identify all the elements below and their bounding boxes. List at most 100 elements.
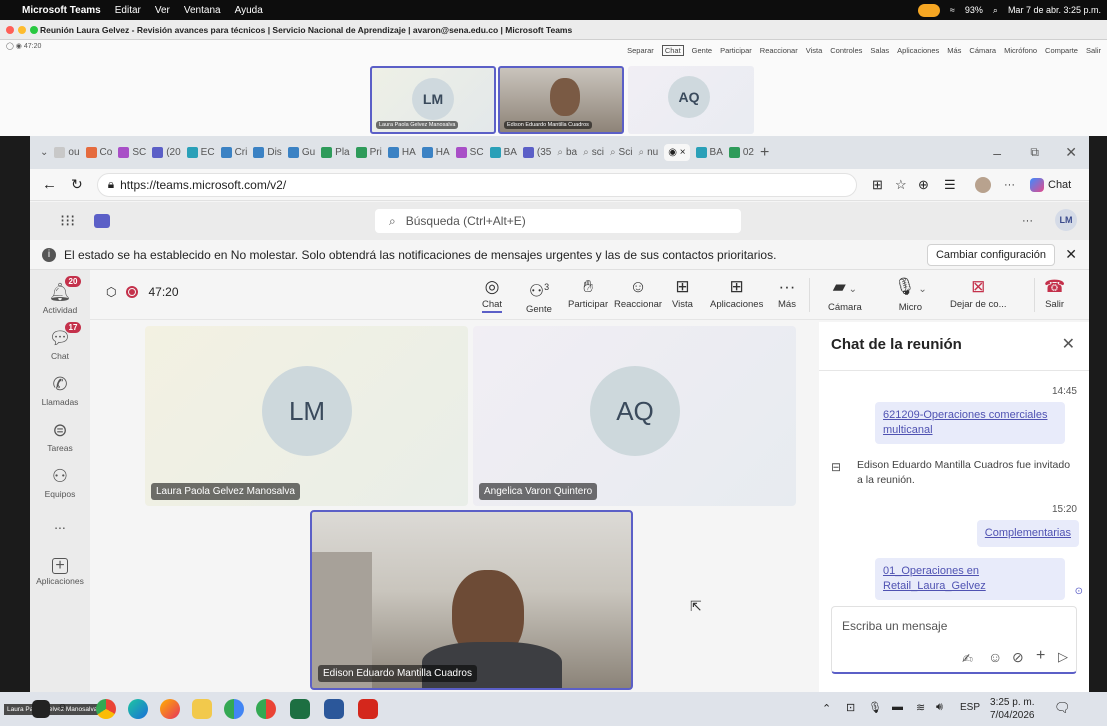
separar-button[interactable]: Separar [627,46,654,55]
vista-button[interactable]: Vista [806,46,823,55]
word-icon[interactable] [324,699,344,719]
aplicaciones-button[interactable]: Aplicaciones [897,46,939,55]
tab[interactable]: Dis [253,147,282,158]
favorite-star-icon[interactable]: ☆ [895,177,907,193]
tab[interactable]: HA [421,147,450,158]
tray-network-icon[interactable]: ≋ [916,701,925,714]
leave-control[interactable]: ☎︎ Salir [1044,278,1065,311]
microfono-button[interactable]: Micrófono [1004,46,1037,55]
loop-icon[interactable]: ⊘ [1012,649,1024,666]
comparte-button[interactable]: Comparte [1045,46,1078,55]
send-icon[interactable]: ▷ [1058,649,1068,665]
reaccionar-button[interactable]: Reaccionar [760,46,798,55]
tab[interactable]: ⌕ nu [638,147,658,158]
salir-button[interactable]: Salir [1086,46,1101,55]
extensions-icon[interactable]: ⊕ [918,177,929,193]
tab[interactable]: HA [387,147,416,158]
participant-tile-aq[interactable]: AQ Angelica Varon Quintero [473,326,796,506]
stop-sharing-control[interactable]: ⊠ Dejar de co... [950,278,1007,311]
rail-item-chat[interactable]: 💬︎ 17 Chat [30,322,90,361]
tab[interactable]: BA [695,147,723,158]
participar-button[interactable]: Participar [720,46,752,55]
profile-icon[interactable] [975,176,991,193]
wifi-icon[interactable]: ≈ [950,5,955,15]
emoji-icon[interactable]: ☺ [988,649,1002,665]
search-icon[interactable]: ⌕ [58,698,67,716]
raise-hand-control[interactable]: ✋︎ Participar [568,278,608,311]
restore-icon[interactable]: ⧉ [1030,145,1039,160]
more-icon[interactable]: ··· [1004,179,1015,191]
tray-chevron-icon[interactable]: ⌃ [822,702,831,715]
menu-ventana[interactable]: Ventana [184,5,221,16]
gente-button[interactable]: Gente [692,46,712,55]
apps-control[interactable]: ⊞ Aplicaciones [710,278,763,311]
tab[interactable]: Co [85,147,112,158]
new-tab-icon[interactable]: + [760,144,769,162]
tab[interactable]: 02 [728,147,754,158]
minimize-icon[interactable]: – [993,145,1001,161]
camera-control[interactable]: ▰ ⌄ Cámara [828,278,862,314]
people-control[interactable]: ⚇3 Gente [526,278,552,315]
message-link[interactable]: 01_Operaciones en Retail_Laura_Gelvez [875,558,1065,600]
rail-item-actividad[interactable]: 🔔︎ 20 Actividad [30,276,90,315]
file-explorer-icon[interactable] [192,699,212,719]
copilot-chat-button[interactable]: Chat [1030,177,1071,192]
tray-app-icon[interactable]: ⊡ [846,701,855,714]
tab[interactable]: Gu [287,147,315,158]
battery-level[interactable]: 93% [965,5,983,15]
message-link[interactable]: 621209-Operaciones comerciales multicana… [875,402,1065,444]
url-field[interactable]: 🔒︎ https://teams.microsoft.com/v2/ [96,172,857,197]
app-launcher-icon[interactable]: ⁝⁝⁝ [60,211,75,231]
tab[interactable]: Cri [220,147,247,158]
menu-ayuda[interactable]: Ayuda [235,5,263,16]
teams-logo-icon[interactable] [94,214,110,228]
app-available-icon[interactable]: ⊞ [872,177,883,193]
chrome-alt-icon[interactable] [224,699,244,719]
mas-button[interactable]: Más [947,46,961,55]
rail-more[interactable]: ... [30,516,90,532]
thumb-aq[interactable]: AQ [628,66,754,134]
more-options-icon[interactable]: ··· [1022,215,1033,227]
chat-button[interactable]: Chat [661,45,684,56]
salas-button[interactable]: Salas [870,46,889,55]
react-control[interactable]: ☺ Reaccionar [614,278,662,311]
tab[interactable]: EC [186,147,215,158]
rail-item-equipos[interactable]: ⚇ Equipos [30,466,90,499]
format-icon[interactable]: ✍︎ [962,651,973,667]
compose-box[interactable]: Escriba un mensaje ✍︎ ☺ ⊘ + ▷ [831,606,1077,674]
close-window-icon[interactable] [6,26,14,34]
message-link[interactable]: Complementarias [976,520,1079,547]
tab[interactable]: ou [54,147,80,158]
chrome-profile-icon[interactable] [256,699,276,719]
chat-control[interactable]: ◎ Chat [482,278,503,313]
tab[interactable]: SC [118,147,146,158]
participant-tile-video-edison[interactable]: Edison Eduardo Mantilla Cuadros [310,510,633,690]
controles-button[interactable]: Controles [830,46,862,55]
acrobat-icon[interactable] [358,699,378,719]
menu-editar[interactable]: Editar [115,5,141,16]
edge-icon[interactable] [128,699,148,719]
rail-item-llamadas[interactable]: ✆ Llamadas [30,374,90,407]
menu-ver[interactable]: Ver [155,5,170,16]
language-indicator[interactable]: ESP [960,702,980,713]
firefox-icon[interactable] [160,699,180,719]
tray-volume-icon[interactable]: 🔊︎ [936,701,943,714]
collections-icon[interactable]: ☰ [944,177,956,193]
search-icon[interactable]: ⌕ [993,5,998,16]
camara-button[interactable]: Cámara [969,46,996,55]
tab[interactable]: ⌕ Sci [610,147,633,158]
tab-list-chevron-icon[interactable]: ⌄ [40,147,48,158]
rail-item-tareas[interactable]: ⊜ Tareas [30,420,90,453]
thumb-video-edison[interactable]: Edison Eduardo Mantilla Cuadros [498,66,624,134]
participant-tile-lm[interactable]: LM Laura Paola Gelvez Manosalva [145,326,468,506]
menubar-datetime[interactable]: Mar 7 de abr. 3:25 p.m. [1008,5,1101,15]
refresh-icon[interactable]: ↻ [71,176,83,193]
menu-app-name[interactable]: Microsoft Teams [22,5,101,16]
rail-item-aplicaciones[interactable]: + Aplicaciones [30,558,90,587]
tab[interactable]: ⌕ sci [583,147,604,158]
minimize-window-icon[interactable] [18,26,26,34]
tray-mic-icon[interactable]: 🎙︎ [868,701,882,714]
zoom-window-icon[interactable] [30,26,38,34]
excel-icon[interactable] [290,699,310,719]
close-chat-icon[interactable]: ✕ [1062,334,1075,354]
